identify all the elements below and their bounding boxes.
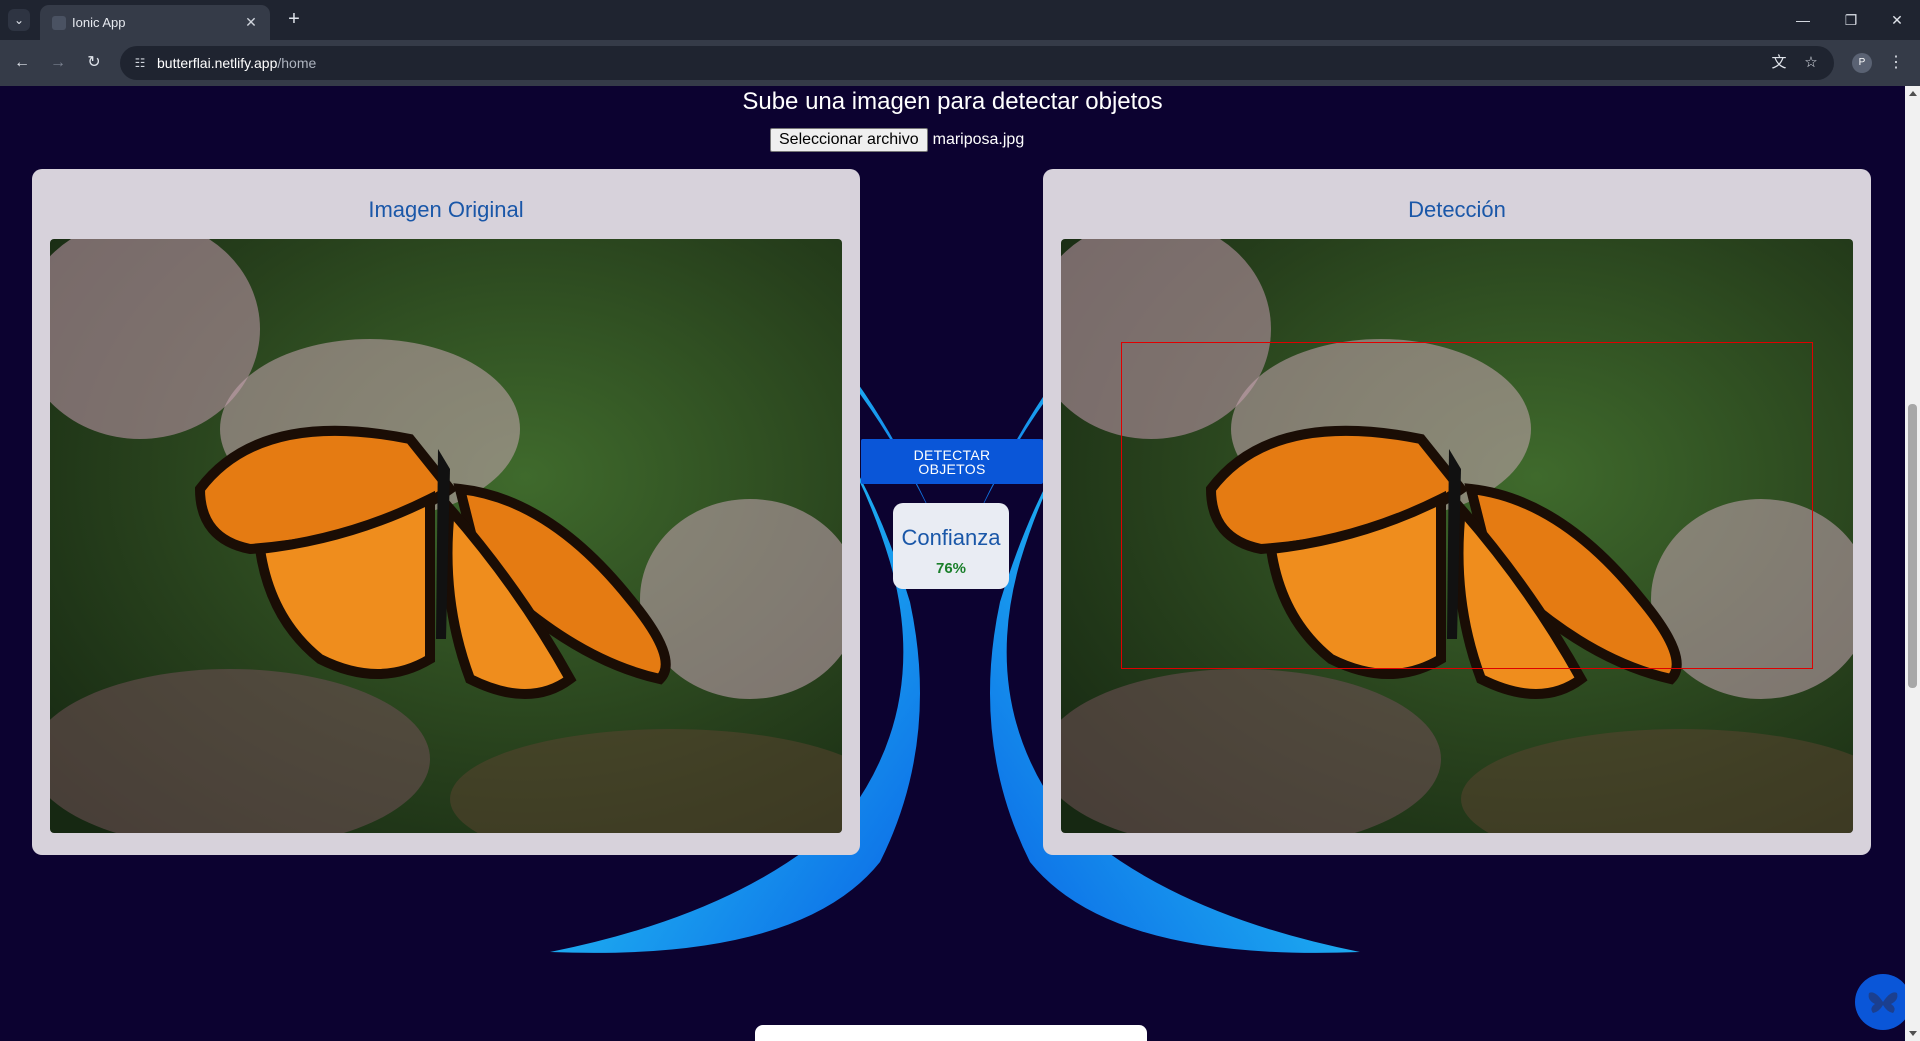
- address-bar[interactable]: ☷ butterflai.netlify.app/home 文 ☆: [120, 46, 1834, 80]
- browser-tab[interactable]: Ionic App ✕: [40, 5, 270, 40]
- scrollbar-thumb[interactable]: [1908, 404, 1917, 688]
- page-scrollbar[interactable]: [1905, 86, 1920, 1041]
- browser-tab-bar: ⌄ Ionic App ✕ + — ❐ ✕: [0, 0, 1920, 40]
- original-image-panel: Imagen Original: [32, 169, 860, 855]
- url-host: butterflai.netlify.app: [157, 55, 278, 71]
- tab-list-button[interactable]: ⌄: [8, 9, 30, 31]
- new-tab-button[interactable]: +: [282, 8, 306, 32]
- reload-button[interactable]: ↻: [82, 51, 106, 75]
- window-close-button[interactable]: ✕: [1882, 8, 1912, 32]
- back-button[interactable]: ←: [10, 51, 34, 75]
- original-image-title: Imagen Original: [368, 197, 524, 222]
- detection-bounding-box: [1121, 342, 1813, 669]
- chevron-down-icon: ⌄: [13, 13, 25, 27]
- window-minimize-button[interactable]: —: [1788, 8, 1818, 32]
- browser-toolbar: ← → ↻ ☷ butterflai.netlify.app/home 文 ☆ …: [0, 40, 1920, 86]
- url-path: /home: [277, 55, 317, 71]
- arrow-right-icon: →: [50, 54, 66, 71]
- detect-objects-button[interactable]: DETECTAR OBJETOS: [861, 439, 1043, 484]
- page-title: Sube una imagen para detectar objetos: [742, 88, 1163, 115]
- scroll-up-arrow-icon[interactable]: [1909, 91, 1917, 96]
- window-restore-button[interactable]: ❐: [1836, 8, 1866, 32]
- detection-title: Detección: [1408, 197, 1506, 222]
- url-text[interactable]: butterflai.netlify.app/home: [157, 55, 316, 71]
- detection-panel: Detección: [1043, 169, 1871, 855]
- translate-icon[interactable]: 文: [1770, 54, 1788, 72]
- star-icon[interactable]: ☆: [1802, 54, 1820, 72]
- scroll-down-arrow-icon[interactable]: [1909, 1031, 1917, 1036]
- confidence-label: Confianza: [901, 525, 1001, 550]
- select-file-button[interactable]: Seleccionar archivo: [770, 128, 928, 152]
- page-content: Sube una imagen para detectar objetos Se…: [0, 86, 1905, 1041]
- detection-image: [1061, 239, 1853, 833]
- reload-icon: ↻: [87, 54, 101, 71]
- kebab-menu-icon[interactable]: ⋮: [1886, 51, 1906, 75]
- site-info-icon[interactable]: ☷: [132, 55, 148, 71]
- tab-title: Ionic App: [72, 15, 126, 30]
- forward-button[interactable]: →: [46, 51, 70, 75]
- profile-avatar[interactable]: P: [1852, 53, 1872, 73]
- fab-button[interactable]: [1855, 974, 1905, 1030]
- detect-objects-label: DETECTAR OBJETOS: [913, 446, 991, 477]
- selected-file-name: mariposa.jpg: [932, 131, 1025, 148]
- confidence-value: 76%: [935, 560, 967, 577]
- tab-close-icon[interactable]: ✕: [242, 13, 260, 31]
- tab-favicon-icon: [52, 16, 66, 30]
- arrow-left-icon: ←: [14, 54, 30, 71]
- butterfly-photo-original: [50, 239, 842, 833]
- bottom-card: [755, 1025, 1147, 1041]
- file-upload-row: Seleccionar archivo mariposa.jpg: [770, 128, 1024, 152]
- original-image: [50, 239, 842, 833]
- confidence-card: Confianza 76%: [893, 503, 1009, 589]
- butterfly-icon: [1868, 992, 1898, 1013]
